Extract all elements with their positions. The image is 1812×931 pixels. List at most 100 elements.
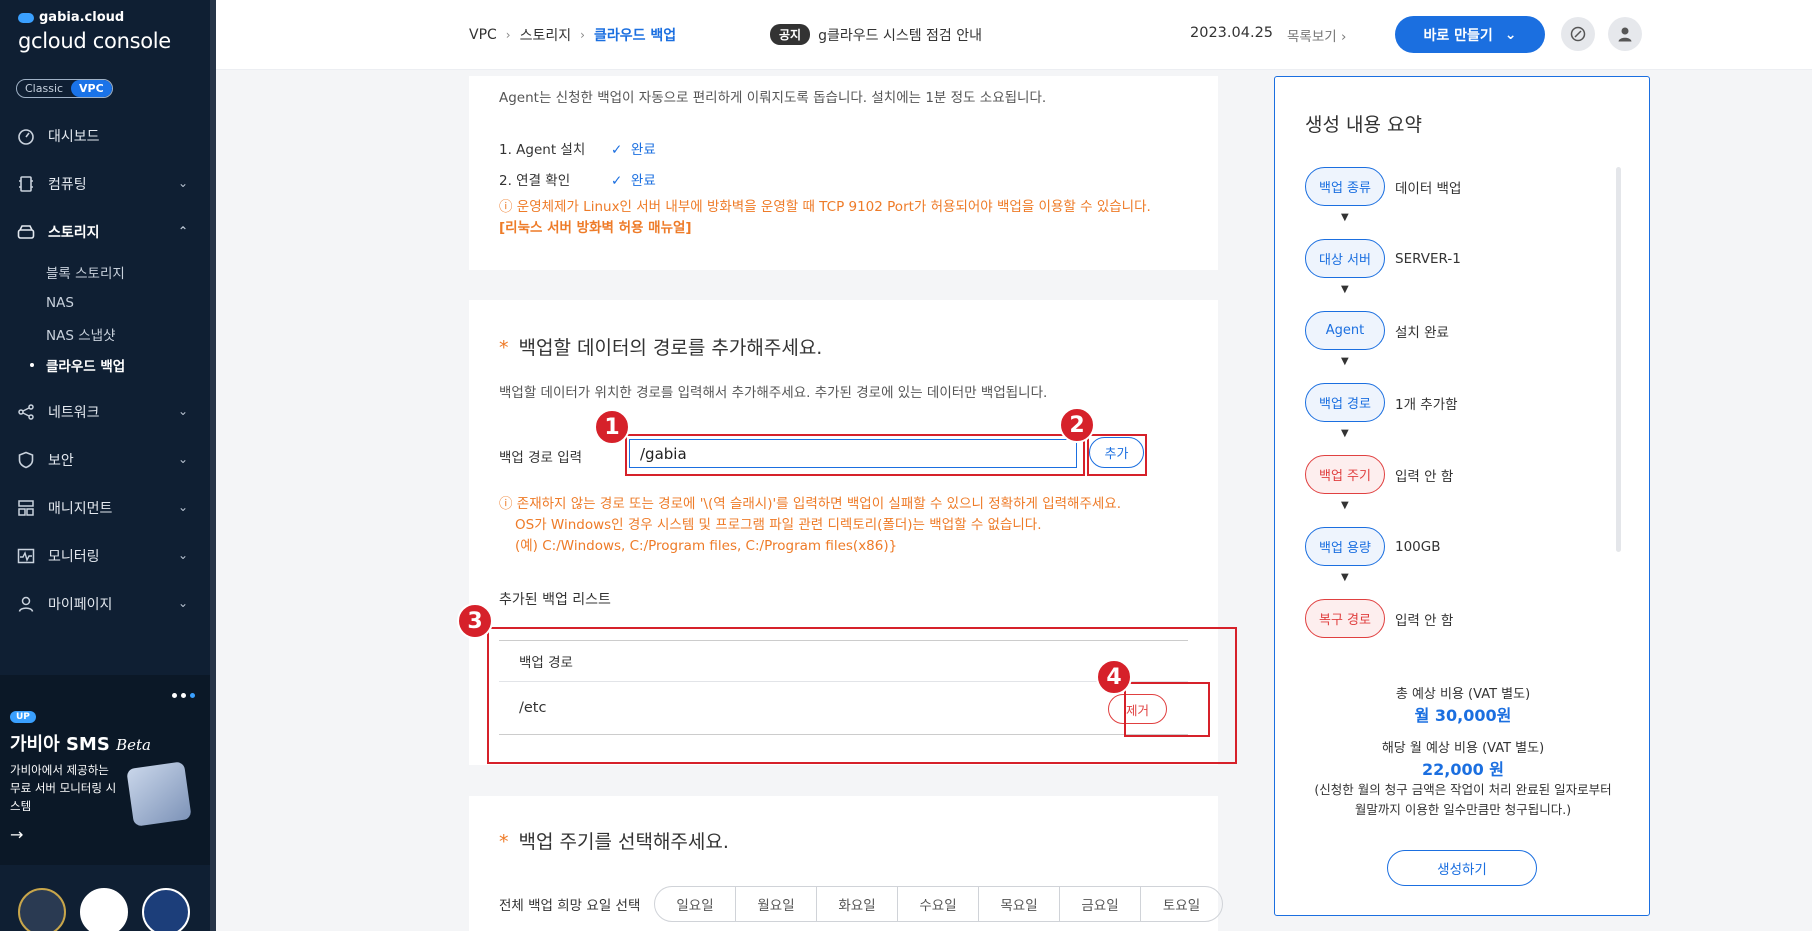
storage-submenu: 블록 스토리지 NAS NAS 스냅샷 클라우드 백업 [0,256,210,380]
chevron-down-icon: ⌄ [177,176,188,190]
breadcrumb-vpc[interactable]: VPC [469,27,497,43]
chevron-right-icon: › [580,28,585,42]
summary-pill[interactable]: 백업 경로 [1305,383,1385,422]
step-status: ✓ 완료 [611,173,656,189]
day-wednesday[interactable]: 수요일 [898,887,979,921]
summary-row: Agent 설치 완료 [1305,311,1449,350]
day-tuesday[interactable]: 화요일 [817,887,898,921]
sidebar-subitem-cloud-backup[interactable]: 클라우드 백업 [30,349,210,380]
summary-scrollbar[interactable] [1616,167,1621,552]
mode-vpc[interactable]: VPC [71,80,112,97]
annotation-marker-1: 1 [594,409,630,445]
day-monday[interactable]: 월요일 [736,887,817,921]
summary-title: 생성 내용 요약 [1305,114,1422,136]
chat-icon[interactable] [1561,17,1595,51]
sidebar-item-management[interactable]: 매니지먼트 ⌄ [0,484,210,532]
sidebar-item-monitoring[interactable]: 모니터링 ⌄ [0,532,210,580]
mode-toggle[interactable]: Classic VPC [16,79,113,98]
arrow-right-icon[interactable]: → [10,825,23,844]
create-backup-button[interactable]: 생성하기 [1387,850,1537,886]
sidebar-item-label: 네트워크 [48,405,100,421]
summary-value: 데이터 백업 [1395,180,1462,197]
sidebar-subitem-nas[interactable]: NAS [46,287,210,318]
summary-value: 설치 완료 [1395,324,1449,341]
brand-top-text: gabia.cloud [39,10,125,25]
summary-row: 복구 경로 입력 안 함 [1305,599,1453,638]
chevron-down-icon: ⌄ [177,404,188,418]
chevron-down-icon: ▼ [1341,500,1349,511]
compute-icon [16,174,36,194]
path-section-title: * 백업할 데이터의 경로를 추가해주세요. [499,337,823,359]
sms-promo-banner[interactable]: UP 가비아 SMS Beta 가비아에서 제공하는 무료 서버 모니터링 시스… [0,675,210,865]
storage-icon [16,222,36,242]
summary-pill[interactable]: Agent [1305,311,1385,350]
total-cost-value: 월 30,000원 [1414,706,1512,725]
sidebar-item-label: 대시보드 [48,129,100,145]
path-input-label: 백업 경로 입력 [499,450,583,466]
mode-classic[interactable]: Classic [17,80,71,97]
backup-list-title: 추가된 백업 리스트 [499,592,611,608]
day-friday[interactable]: 금요일 [1060,887,1141,921]
sidebar-item-dashboard[interactable]: 대시보드 [0,112,210,160]
certification-badge-icon [18,888,66,931]
notice-list-link[interactable]: 목록보기 › [1287,25,1346,45]
promo-desc: 가비아에서 제공하는 무료 서버 모니터링 시스템 [10,763,117,813]
chevron-down-icon: ▼ [1341,284,1349,295]
summary-row: 백업 용량 100GB [1305,527,1441,566]
chevron-down-icon: ▼ [1341,572,1349,583]
network-icon [16,402,36,422]
sidebar-item-storage[interactable]: 스토리지 ⌃ [0,208,210,256]
summary-pill[interactable]: 복구 경로 [1305,599,1385,638]
step-status: ✓ 완료 [611,142,656,158]
user-profile-icon[interactable] [1608,17,1642,51]
summary-value: 1개 추가함 [1395,396,1458,413]
summary-pill[interactable]: 백업 종류 [1305,167,1385,206]
annotation-box-1 [625,434,1085,476]
day-select-label: 전체 백업 희망 요일 선택 [499,898,641,914]
total-cost: 총 예상 비용 (VAT 별도) 월 30,000원 [1275,683,1651,726]
sidebar-item-label: 스토리지 [48,225,100,241]
day-sunday[interactable]: 일요일 [655,887,736,921]
day-saturday[interactable]: 토요일 [1141,887,1222,921]
sidebar-subitem-block-storage[interactable]: 블록 스토리지 [46,256,210,287]
brand-logo[interactable]: gabia.cloud gcloud console [18,10,171,53]
notice-text[interactable]: g클라우드 시스템 점검 안내 [818,25,982,45]
sidebar-item-network[interactable]: 네트워크 ⌄ [0,388,210,436]
summary-row: 백업 종류 데이터 백업 [1305,167,1461,206]
csap-badge-icon [142,888,190,931]
day-thursday[interactable]: 목요일 [979,887,1060,921]
chevron-down-icon: ▼ [1341,356,1349,367]
breadcrumb-storage[interactable]: 스토리지 [520,25,572,45]
summary-panel: 생성 내용 요약 백업 종류 데이터 백업 ▼ 대상 서버 SERVER-1 ▼ A… [1274,76,1650,916]
sidebar-item-mypage[interactable]: 마이페이지 ⌄ [0,580,210,628]
month-cost-value: 22,000 원 [1421,760,1505,779]
month-cost: 해당 월 예상 비용 (VAT 별도) 22,000 원 (신청한 월의 청구 … [1275,737,1651,820]
quick-create-button[interactable]: 바로 만들기 ⌄ [1395,16,1545,53]
promo-title: 가비아 SMS Beta [10,734,151,755]
chevron-down-icon: ⌄ [177,500,188,514]
summary-pill[interactable]: 백업 용량 [1305,527,1385,566]
summary-pill[interactable]: 백업 주기 [1305,455,1385,494]
breadcrumb-current: 클라우드 백업 [593,28,677,44]
sidebar-item-label: 매니지먼트 [48,501,113,517]
cycle-section-title: * 백업 주기를 선택해주세요. [499,831,729,853]
sidebar-subitem-nas-snapshot[interactable]: NAS 스냅샷 [46,318,210,349]
notice-date: 2023.04.25 [1190,25,1274,41]
agent-step-install: 1. Agent 설치 ✓ 완료 [499,138,656,158]
sidebar-item-label: 마이페이지 [48,597,113,613]
carousel-dots[interactable] [172,693,195,698]
chevron-down-icon: ⌄ [177,596,188,610]
sidebar-item-security[interactable]: 보안 ⌄ [0,436,210,484]
agent-desc: Agent는 신청한 백업이 자동으로 편리하게 이뤄지도록 돕습니다. 설치에… [499,90,1047,106]
certification-badges [18,888,190,931]
user-icon [16,594,36,614]
notice[interactable]: 공지 g클라우드 시스템 점검 안내 [770,24,982,45]
summary-row: 백업 주기 입력 안 함 [1305,455,1453,494]
sidebar-item-compute[interactable]: 컴퓨팅 ⌄ [0,160,210,208]
agent-card: Agent는 신청한 백업이 자동으로 편리하게 이뤄지도록 돕습니다. 설치에… [469,76,1218,270]
summary-pill[interactable]: 대상 서버 [1305,239,1385,278]
firewall-manual-link[interactable]: [리눅스 서버 방화벽 허용 매뉴얼] [499,220,692,236]
top-bar: VPC › 스토리지 › 클라우드 백업 공지 g클라우드 시스템 점검 안내 … [216,0,1812,70]
cloud-logo-icon [18,12,34,23]
server-illustration-icon [126,761,192,827]
